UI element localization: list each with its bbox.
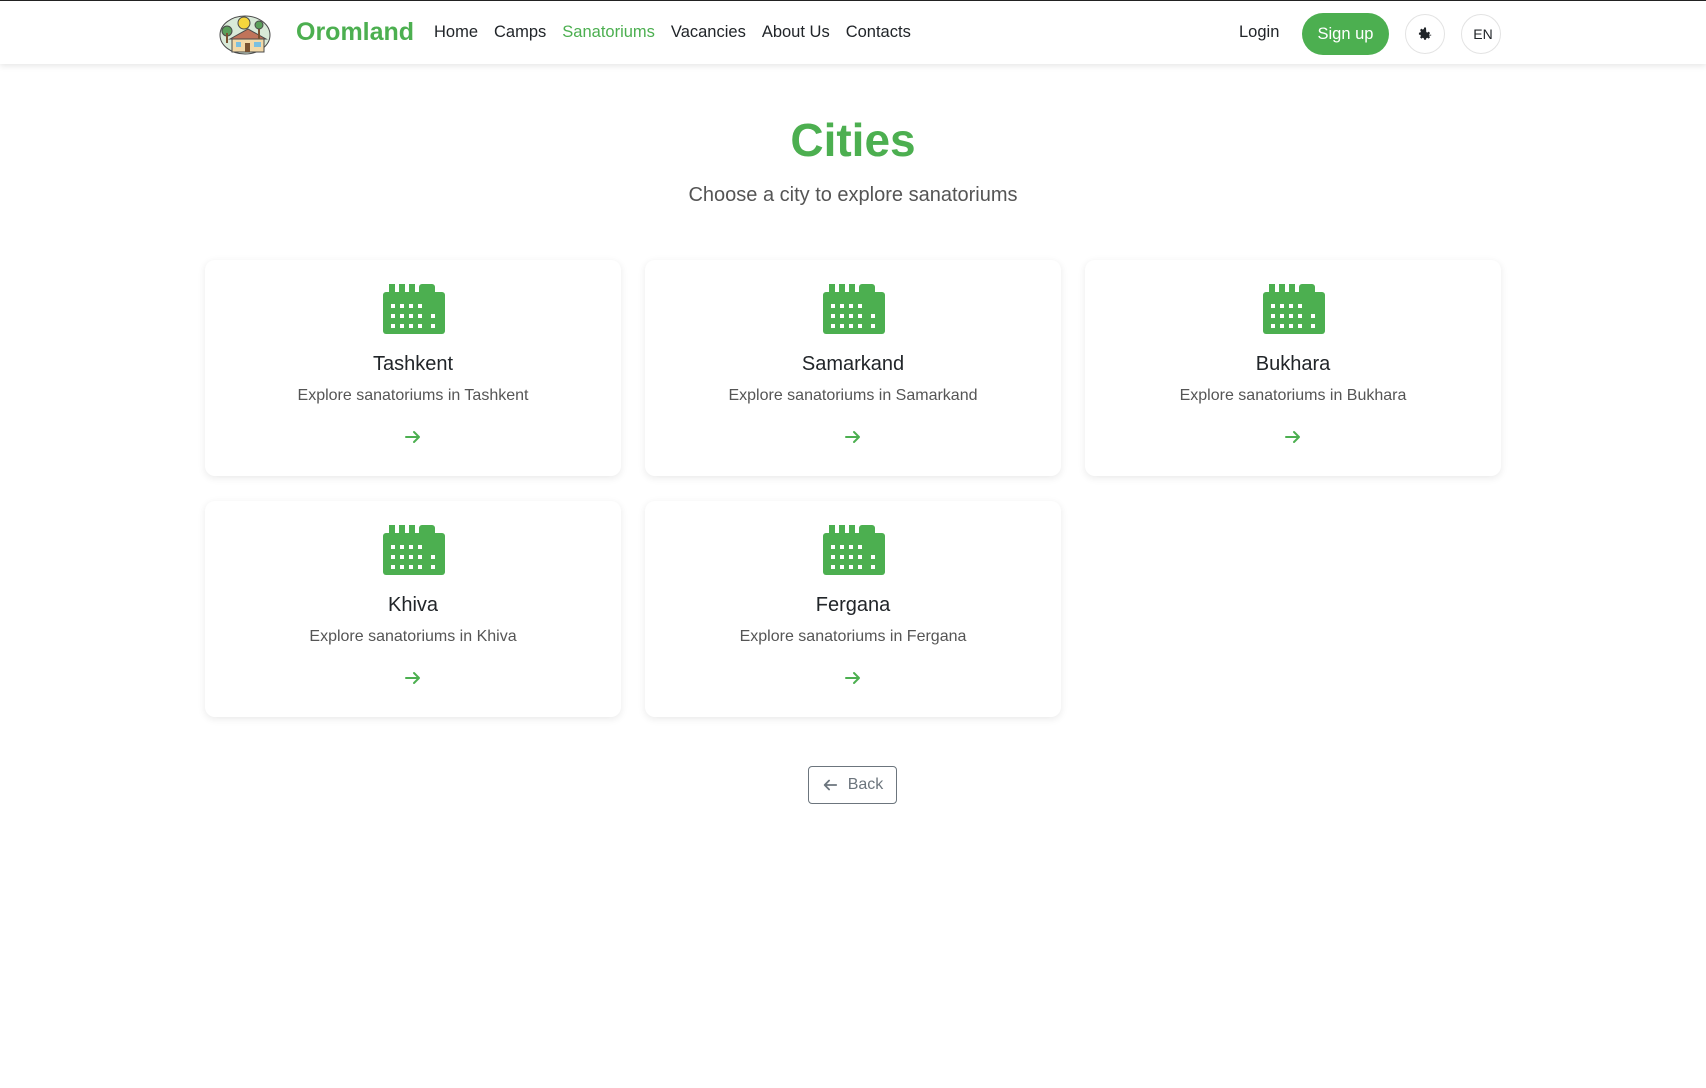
city-description: Explore sanatoriums in Fergana	[739, 628, 967, 645]
arrow-right-icon[interactable]	[844, 428, 862, 446]
main-nav: Home Camps Sanatoriums Vacancies About U…	[434, 23, 927, 42]
nav-about-us[interactable]: About Us	[762, 23, 830, 42]
city-name: Tashkent	[372, 353, 454, 375]
back-button[interactable]: Back	[808, 766, 897, 804]
arrow-right-icon[interactable]	[844, 669, 862, 687]
page-title: Cities	[790, 114, 916, 166]
city-buildings-icon	[823, 525, 885, 575]
city-card-samarkand[interactable]: Samarkand Explore sanatoriums in Samarka…	[645, 260, 1061, 476]
arrow-right-icon[interactable]	[1284, 428, 1302, 446]
nav-contacts[interactable]: Contacts	[846, 23, 911, 42]
page-subtitle: Choose a city to explore sanatoriums	[688, 184, 1018, 206]
logo-icon[interactable]	[218, 11, 272, 55]
city-description: Explore sanatoriums in Khiva	[309, 628, 517, 645]
city-name: Khiva	[387, 594, 439, 616]
city-name: Samarkand	[801, 353, 905, 375]
city-buildings-icon	[383, 284, 445, 334]
city-name: Bukhara	[1255, 353, 1331, 375]
city-buildings-icon	[383, 525, 445, 575]
gear-icon	[1418, 27, 1432, 40]
signup-button[interactable]: Sign up	[1302, 13, 1389, 55]
city-card-bukhara[interactable]: Bukhara Explore sanatoriums in Bukhara	[1085, 260, 1501, 476]
nav-camps[interactable]: Camps	[494, 23, 546, 42]
brand-link[interactable]: Oromland	[296, 18, 414, 47]
city-buildings-icon	[823, 284, 885, 334]
nav-home[interactable]: Home	[434, 23, 478, 42]
city-card-tashkent[interactable]: Tashkent Explore sanatoriums in Tashkent	[205, 260, 621, 476]
login-link[interactable]: Login	[1239, 23, 1279, 42]
city-buildings-icon	[1263, 284, 1325, 334]
theme-toggle-button[interactable]	[1405, 14, 1445, 54]
city-description: Explore sanatoriums in Samarkand	[728, 387, 978, 404]
city-name: Fergana	[815, 594, 891, 616]
city-card-khiva[interactable]: Khiva Explore sanatoriums in Khiva	[205, 501, 621, 717]
city-description: Explore sanatoriums in Bukhara	[1179, 387, 1407, 404]
arrow-left-icon	[823, 779, 837, 791]
back-button-label: Back	[847, 776, 884, 793]
arrow-right-icon[interactable]	[404, 428, 422, 446]
nav-sanatoriums[interactable]: Sanatoriums	[562, 23, 655, 42]
language-button[interactable]: EN	[1461, 14, 1501, 54]
arrow-right-icon[interactable]	[404, 669, 422, 687]
city-description: Explore sanatoriums in Tashkent	[297, 387, 529, 404]
site-header: Oromland Home Camps Sanatoriums Vacancie…	[0, 0, 1706, 64]
nav-vacancies[interactable]: Vacancies	[671, 23, 746, 42]
city-card-fergana[interactable]: Fergana Explore sanatoriums in Fergana	[645, 501, 1061, 717]
